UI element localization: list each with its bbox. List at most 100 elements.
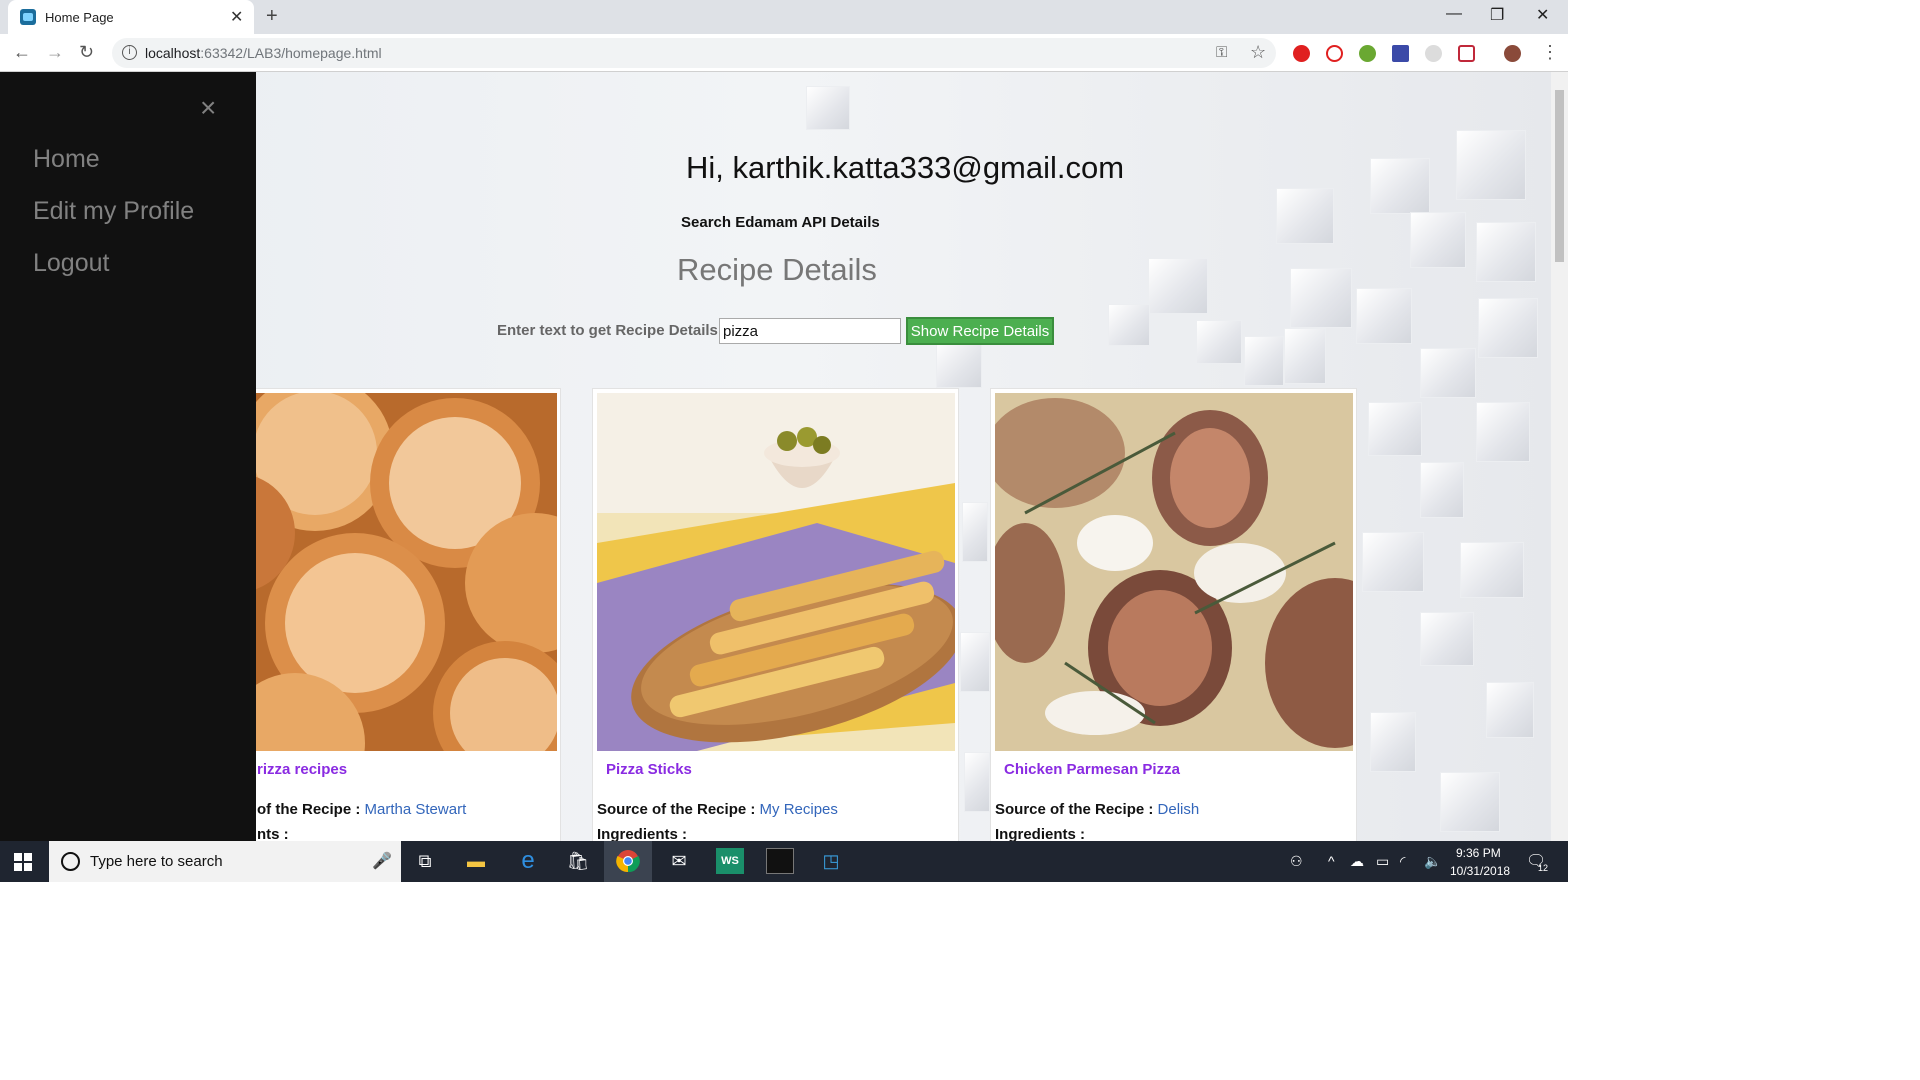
- z-extension-icon[interactable]: [1392, 45, 1409, 62]
- app-icon[interactable]: ◳: [817, 848, 845, 874]
- task-view-icon[interactable]: ⧉: [411, 848, 439, 874]
- close-tab-icon[interactable]: ✕: [230, 7, 243, 27]
- reload-icon[interactable]: ↻: [79, 42, 94, 63]
- address-bar[interactable]: i localhost:63342/LAB3/homepage.html ⚿ ☆: [112, 38, 1276, 68]
- clock-date[interactable]: 10/31/2018: [1450, 864, 1510, 878]
- microphone-icon[interactable]: 🎤: [372, 851, 392, 871]
- bg-cube: [1420, 612, 1474, 666]
- bg-cube: [1420, 348, 1476, 398]
- file-explorer-icon[interactable]: ▬: [462, 848, 490, 874]
- sidebar-item-edit-profile[interactable]: Edit my Profile: [33, 197, 194, 226]
- minimize-icon[interactable]: —: [1446, 5, 1462, 23]
- windows-taskbar: Type here to search 🎤 ⧉ ▬ e 🛍 ✉ WS ◳ ⚇ ^…: [0, 841, 1568, 882]
- show-recipe-details-button[interactable]: Show Recipe Details: [906, 317, 1054, 345]
- user-greeting: Hi, karthik.katta333@gmail.com: [686, 150, 1125, 185]
- opera-extension-icon[interactable]: [1293, 45, 1310, 62]
- recipe-image[interactable]: [205, 393, 557, 751]
- ingredients-label: Ingredients :: [995, 826, 1086, 841]
- pocket-extension-icon[interactable]: [1458, 45, 1475, 62]
- profile-avatar[interactable]: [1504, 45, 1521, 62]
- key-icon[interactable]: ⚿: [1216, 44, 1227, 61]
- bg-cube: [1368, 402, 1422, 456]
- new-tab-icon[interactable]: +: [266, 5, 278, 28]
- store-icon[interactable]: 🛍: [564, 848, 592, 874]
- webstorm-icon[interactable]: WS: [716, 848, 744, 874]
- bg-cube: [1420, 462, 1464, 518]
- doughnut-balls-image: [205, 393, 557, 751]
- recipe-source: of the Recipe : Martha Stewart: [257, 801, 466, 818]
- bg-cube: [1196, 320, 1242, 364]
- bg-cube: [1370, 712, 1416, 772]
- bg-cube: [1478, 298, 1538, 358]
- browser-tab[interactable]: Home Page ✕: [8, 0, 254, 34]
- grey-extension-icon[interactable]: [1425, 45, 1442, 62]
- bg-cube: [1108, 304, 1150, 346]
- show-hidden-icons[interactable]: ^: [1328, 853, 1335, 869]
- recipe-image[interactable]: [597, 393, 955, 751]
- bg-cube: [1476, 222, 1536, 282]
- forward-icon[interactable]: →: [46, 42, 64, 63]
- clock-time[interactable]: 9:36 PM: [1456, 846, 1501, 860]
- bg-cube: [962, 502, 988, 562]
- bg-cube: [1456, 130, 1526, 200]
- back-icon[interactable]: ←: [13, 42, 31, 63]
- info-icon[interactable]: i: [122, 45, 137, 60]
- recipe-title-link[interactable]: rizza recipes: [257, 761, 347, 778]
- ingredients-label: Ingredients :: [597, 826, 688, 841]
- battery-icon[interactable]: ▭: [1376, 853, 1389, 870]
- bg-cube: [1440, 772, 1500, 832]
- browser-tab-strip: Home Page ✕ + — ❐ ✕: [0, 0, 1568, 34]
- bg-cube: [1410, 212, 1466, 268]
- tab-title: Home Page: [45, 10, 114, 25]
- side-navigation: × Home Edit my Profile Logout: [0, 72, 256, 841]
- green-extension-icon[interactable]: [1359, 45, 1376, 62]
- play-extension-icon[interactable]: [1326, 45, 1343, 62]
- pizza-sticks-image: [597, 393, 955, 751]
- source-label: of the Recipe :: [257, 801, 361, 818]
- bg-cube: [1356, 288, 1412, 344]
- source-link[interactable]: Martha Stewart: [365, 801, 467, 818]
- search-heading: Search Edamam API Details: [681, 214, 880, 231]
- fig-pizza-image: [995, 393, 1353, 751]
- browser-toolbar: ← → ↻ i localhost:63342/LAB3/homepage.ht…: [0, 34, 1568, 72]
- url-host: localhost: [145, 45, 201, 61]
- bg-cube: [1244, 336, 1284, 386]
- notification-count: 12: [1538, 863, 1549, 873]
- scroll-thumb[interactable]: [1555, 90, 1564, 262]
- bg-cube: [1290, 268, 1352, 328]
- page-scrollbar[interactable]: [1551, 72, 1568, 841]
- windows-start-icon[interactable]: [14, 853, 32, 871]
- recipe-image[interactable]: [995, 393, 1353, 751]
- url-path: :63342/LAB3/homepage.html: [200, 45, 382, 61]
- onedrive-icon[interactable]: ☁: [1350, 853, 1364, 870]
- terminal-icon[interactable]: [766, 848, 794, 874]
- sidebar-item-logout[interactable]: Logout: [33, 249, 109, 278]
- edge-icon[interactable]: e: [514, 848, 542, 874]
- recipe-card: Chicken Parmesan Pizza Source of the Rec…: [990, 388, 1357, 841]
- source-link[interactable]: Delish: [1158, 801, 1200, 818]
- close-sidebar-icon[interactable]: ×: [200, 92, 216, 124]
- wifi-icon[interactable]: ◜: [1400, 853, 1405, 870]
- bg-cube: [964, 752, 990, 812]
- bg-cube: [1460, 542, 1524, 598]
- bg-cube: [960, 632, 990, 692]
- chrome-icon[interactable]: [614, 848, 642, 874]
- recipe-search-input[interactable]: [719, 318, 901, 344]
- bookmark-star-icon[interactable]: ☆: [1250, 42, 1266, 63]
- mail-icon[interactable]: ✉: [665, 848, 693, 874]
- restore-icon[interactable]: ❐: [1490, 5, 1504, 25]
- volume-icon[interactable]: 🔈: [1424, 853, 1441, 870]
- favicon-icon: [20, 9, 36, 25]
- browser-menu-icon[interactable]: ⋮: [1541, 42, 1559, 63]
- close-window-icon[interactable]: ✕: [1536, 5, 1549, 25]
- recipe-title-link[interactable]: Pizza Sticks: [606, 761, 692, 778]
- page-viewport: × Home Edit my Profile Logout Hi, karthi…: [0, 72, 1568, 841]
- source-link[interactable]: My Recipes: [760, 801, 838, 818]
- bg-cube: [1284, 328, 1326, 384]
- recipe-title-link[interactable]: Chicken Parmesan Pizza: [1004, 761, 1180, 778]
- sidebar-item-home[interactable]: Home: [33, 145, 100, 174]
- recipe-source: Source of the Recipe : Delish: [995, 801, 1199, 818]
- people-icon[interactable]: ⚇: [1290, 853, 1303, 870]
- taskbar-search-box[interactable]: Type here to search 🎤: [49, 841, 401, 882]
- source-label: Source of the Recipe :: [995, 801, 1154, 818]
